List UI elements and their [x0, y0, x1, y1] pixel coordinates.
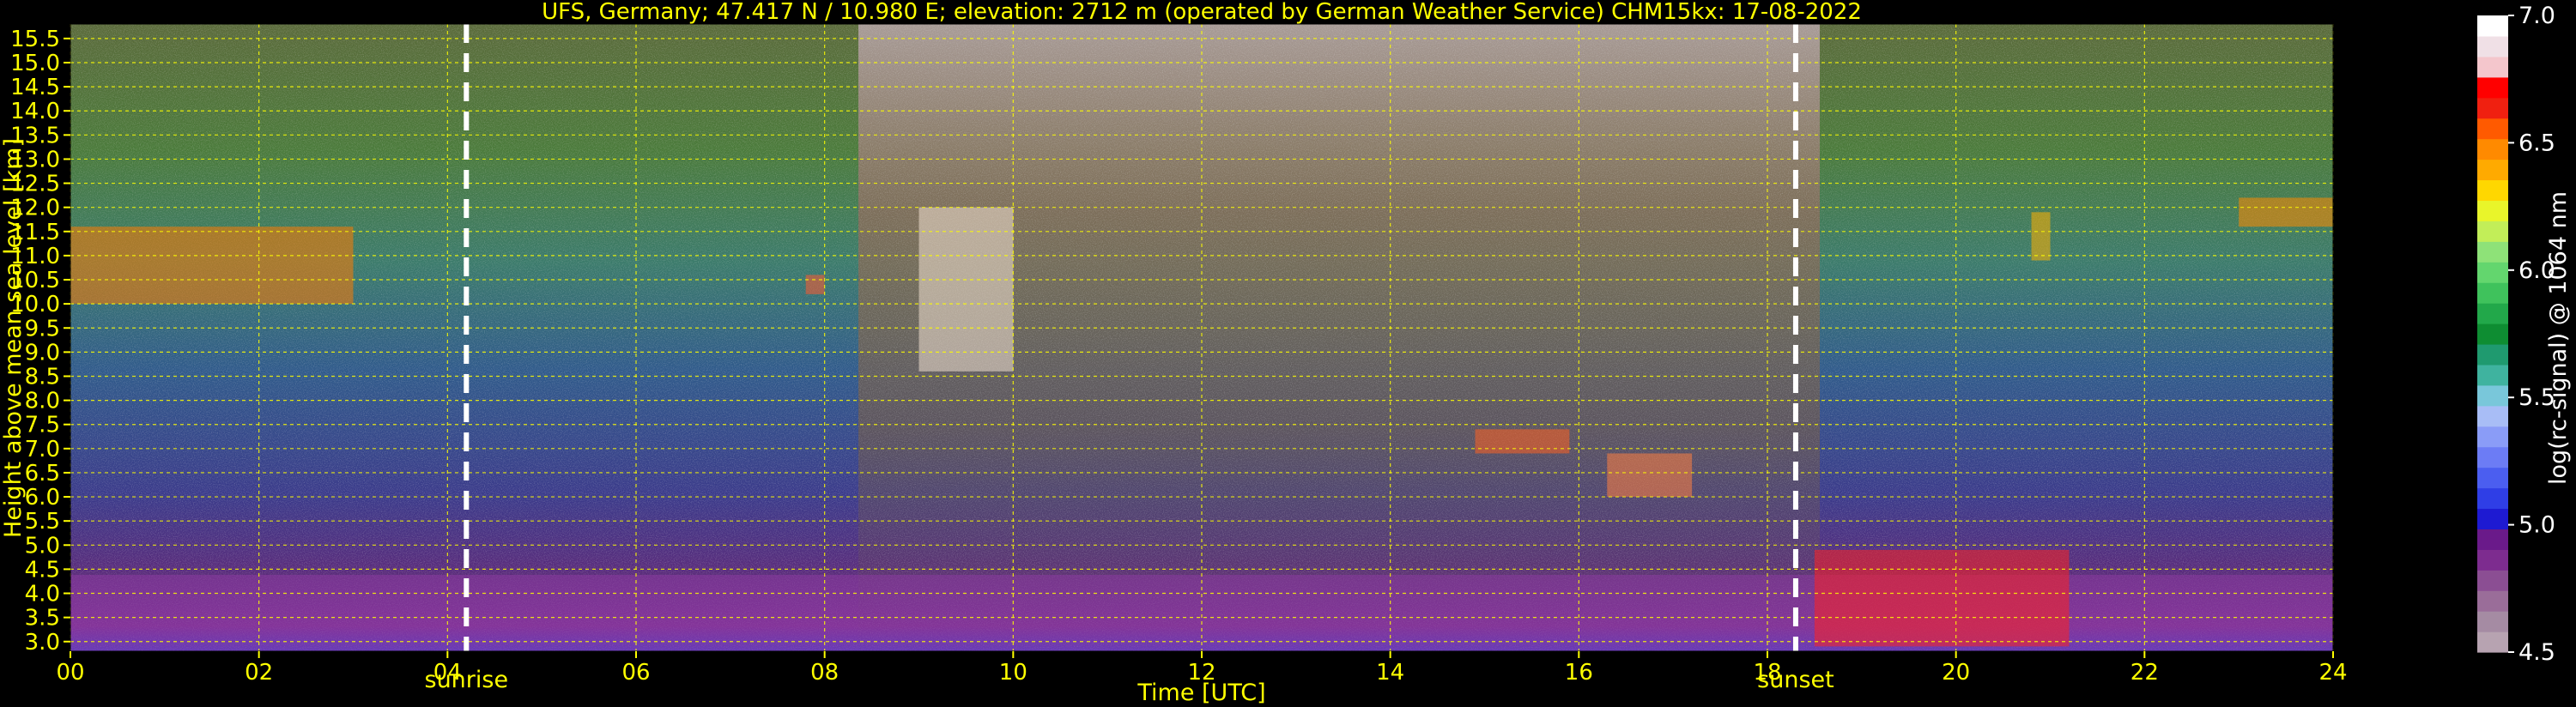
y-tick-label: 3.0 — [25, 630, 60, 656]
x-tick-label: 24 — [2318, 660, 2347, 686]
y-tick-label: 7.5 — [25, 413, 60, 438]
colorbar-swatch — [2477, 15, 2508, 37]
colorbar-swatch — [2477, 384, 2508, 407]
cloud-feature — [2031, 212, 2051, 261]
colorbar-label: log(rc-signal) @ 1064 nm — [2545, 191, 2572, 485]
cloud-feature — [805, 275, 825, 294]
cloud-feature — [1814, 549, 2070, 647]
x-tick-label: 14 — [1376, 660, 1404, 686]
y-tick-label: 8.0 — [25, 389, 60, 414]
colorbar-swatch — [2477, 323, 2508, 345]
cloud-feature — [1475, 429, 1570, 454]
y-tick-label: 5.5 — [25, 509, 60, 535]
colorbar-swatch — [2477, 118, 2508, 140]
x-tick-label: 02 — [245, 660, 273, 686]
y-tick-label: 9.0 — [25, 340, 60, 366]
x-axis-label: Time [UTC] — [1136, 680, 1265, 706]
colorbar-swatch — [2477, 487, 2508, 510]
y-tick-label: 8.5 — [25, 364, 60, 390]
colorbar-swatch — [2477, 467, 2508, 489]
sunrise-label: sunrise — [425, 667, 509, 693]
y-tick-label: 3.5 — [25, 606, 60, 631]
cloud-feature — [70, 227, 354, 305]
x-tick-label: 00 — [56, 660, 84, 686]
y-tick-label: 15.0 — [10, 51, 60, 76]
colorbar-swatch — [2477, 262, 2508, 283]
colorbar-swatch — [2477, 282, 2508, 304]
y-tick-label: 6.0 — [25, 485, 60, 511]
y-tick-label: 7.0 — [25, 437, 60, 462]
x-tick-label: 10 — [999, 660, 1027, 686]
y-tick-label: 5.0 — [25, 533, 60, 559]
x-tick-label: 16 — [1565, 660, 1593, 686]
colorbar-swatch — [2477, 590, 2508, 612]
y-tick-label: 9.5 — [25, 316, 60, 341]
colorbar-swatch — [2477, 76, 2508, 99]
colorbar-swatch — [2477, 343, 2508, 366]
colorbar-swatch — [2477, 611, 2508, 632]
cloud-feature — [1607, 453, 1693, 498]
sunset-label: sunset — [1757, 667, 1834, 693]
colorbar-swatch — [2477, 138, 2508, 160]
colorbar-swatch — [2477, 446, 2508, 468]
chart-title: UFS, Germany; 47.417 N / 10.980 E; eleva… — [542, 0, 1862, 25]
y-tick-label: 6.5 — [25, 461, 60, 486]
colorbar-swatch — [2477, 56, 2508, 78]
ceilometer-chart: 3.03.54.04.55.05.56.06.57.07.58.08.59.09… — [0, 0, 2572, 706]
colorbar-tick-label: 6.5 — [2518, 130, 2555, 156]
colorbar-tick-label: 7.0 — [2518, 3, 2555, 29]
colorbar-swatch — [2477, 508, 2508, 529]
x-tick-label: 06 — [621, 660, 650, 686]
colorbar-swatch — [2477, 426, 2508, 448]
colorbar-swatch — [2477, 549, 2508, 571]
y-tick-label: 14.0 — [10, 99, 60, 124]
colorbar-tick-label: 5.0 — [2518, 512, 2555, 539]
x-tick-label: 22 — [2131, 660, 2159, 686]
colorbar-swatch — [2477, 200, 2508, 221]
x-tick-label: 08 — [810, 660, 839, 686]
colorbar-swatch — [2477, 631, 2508, 653]
colorbar-swatch — [2477, 97, 2508, 119]
colorbar-swatch — [2477, 241, 2508, 263]
colorbar-swatch — [2477, 221, 2508, 242]
colorbar-swatch — [2477, 303, 2508, 324]
colorbar-swatch — [2477, 529, 2508, 550]
colorbar-swatch — [2477, 570, 2508, 591]
cloud-feature — [2239, 197, 2333, 227]
x-tick-label: 20 — [1942, 660, 1970, 686]
colorbar-swatch — [2477, 159, 2508, 181]
colorbar-swatch — [2477, 364, 2508, 386]
y-tick-label: 14.5 — [10, 75, 60, 100]
y-tick-label: 15.5 — [10, 27, 60, 52]
y-axis-label: Height above mean sea level [km] — [0, 138, 27, 538]
y-tick-label: 4.5 — [25, 557, 60, 583]
colorbar-swatch — [2477, 35, 2508, 57]
y-tick-label: 4.0 — [25, 582, 60, 607]
colorbar-swatch — [2477, 405, 2508, 427]
colorbar — [2477, 15, 2508, 653]
colorbar-tick-label: 4.5 — [2518, 639, 2555, 666]
colorbar-swatch — [2477, 179, 2508, 202]
